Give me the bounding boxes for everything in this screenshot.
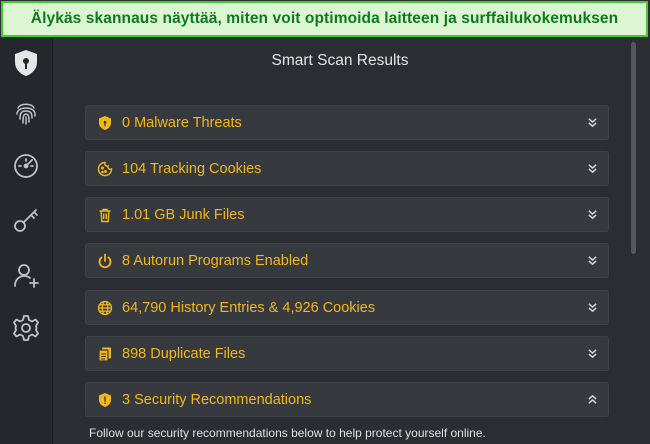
sidebar-item-speedup[interactable] (9, 149, 43, 183)
sidebar-item-settings[interactable] (9, 311, 43, 345)
globe-icon (97, 300, 113, 316)
result-label: 0 Malware Threats (122, 114, 242, 131)
trash-icon (97, 207, 113, 223)
sidebar-item-privacy[interactable] (9, 96, 43, 130)
sidebar-item-protection[interactable] (9, 46, 43, 80)
chevron-down-icon[interactable] (586, 348, 598, 360)
chevron-down-icon[interactable] (586, 163, 598, 175)
chevron-down-icon[interactable] (586, 302, 598, 314)
result-history-entries[interactable]: 64,790 History Entries & 4,926 Cookies (85, 290, 609, 325)
chevron-down-icon[interactable] (586, 117, 598, 129)
sidebar (0, 38, 53, 444)
result-malware-threats[interactable]: 0 Malware Threats (85, 105, 609, 140)
result-security-recommendations[interactable]: 3 Security Recommendations (85, 382, 609, 417)
result-label: 1.01 GB Junk Files (122, 206, 245, 223)
main-panel: Smart Scan Results 0 Malware Threats 104… (54, 38, 650, 444)
result-tracking-cookies[interactable]: 104 Tracking Cookies (85, 151, 609, 186)
speedometer-icon (14, 154, 38, 178)
fingerprint-icon (16, 103, 36, 125)
add-user-icon (14, 264, 39, 288)
shield-icon (97, 392, 113, 408)
app-window: Älykäs skannaus näyttää, miten voit opti… (0, 0, 650, 444)
cookie-icon (97, 161, 113, 177)
result-label: 64,790 History Entries & 4,926 Cookies (122, 299, 376, 316)
chevron-up-icon[interactable] (586, 394, 598, 406)
recommendation-description: Follow our security recommendations belo… (89, 426, 486, 440)
result-label: 8 Autorun Programs Enabled (122, 252, 309, 269)
shield-icon (15, 50, 37, 76)
caption-text: Älykäs skannaus näyttää, miten voit opti… (30, 10, 619, 27)
result-label: 3 Security Recommendations (122, 391, 312, 408)
result-label: 898 Duplicate Files (122, 345, 246, 362)
chevron-down-icon[interactable] (586, 255, 598, 267)
result-label: 104 Tracking Cookies (122, 160, 262, 177)
scrollbar-thumb[interactable] (631, 42, 636, 254)
caption-banner: Älykäs skannaus näyttää, miten voit opti… (1, 1, 648, 37)
scrollbar[interactable] (629, 38, 638, 444)
shield-icon (97, 115, 113, 131)
chevron-down-icon[interactable] (586, 209, 598, 221)
page-title: Smart Scan Results (271, 52, 409, 69)
result-autorun-programs[interactable]: 8 Autorun Programs Enabled (85, 243, 609, 278)
key-icon (14, 209, 38, 232)
power-icon (97, 253, 113, 269)
gear-icon (13, 315, 39, 341)
result-duplicate-files[interactable]: 898 Duplicate Files (85, 336, 609, 371)
files-icon (97, 346, 113, 362)
sidebar-item-passwords[interactable] (9, 203, 43, 237)
sidebar-item-account[interactable] (9, 258, 43, 292)
result-junk-files[interactable]: 1.01 GB Junk Files (85, 197, 609, 232)
